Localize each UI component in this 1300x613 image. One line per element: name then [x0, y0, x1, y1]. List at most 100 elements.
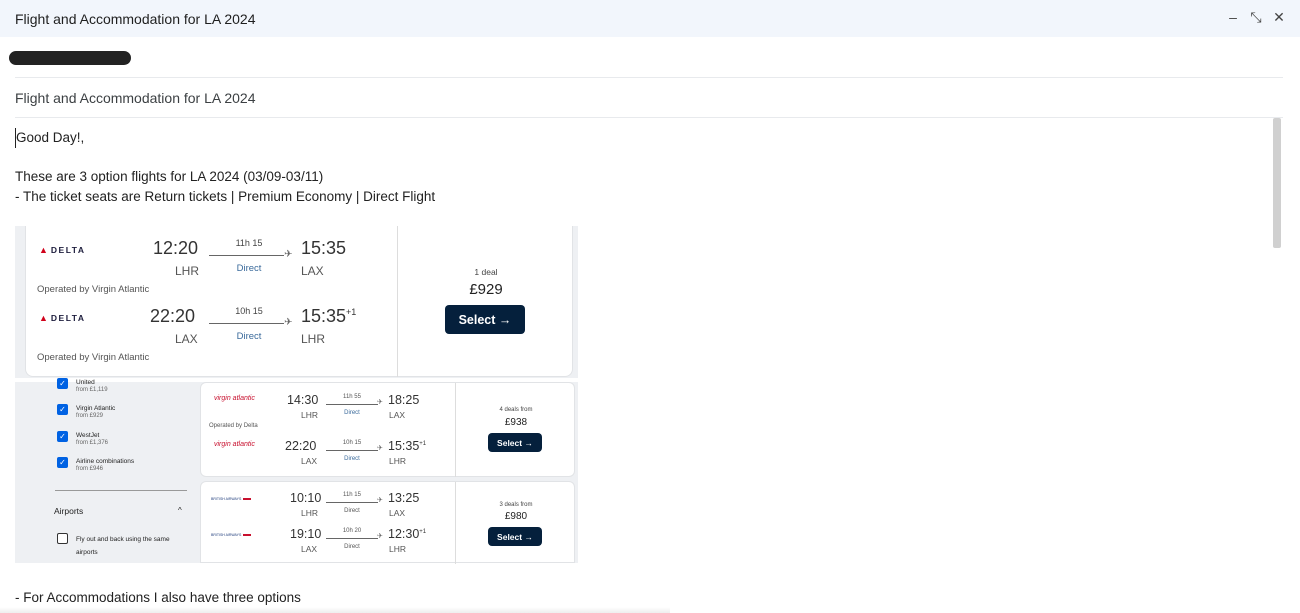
outbound-depart-code: LHR [175, 264, 200, 278]
price: £929 [469, 281, 503, 298]
plane-icon: ✈ [377, 497, 383, 504]
close-icon[interactable]: ✕ [1272, 9, 1286, 25]
flight-card-inner: ▲ DELTA 12:20 LHR 11h 15 ✈ Direct 15:35 L… [25, 226, 573, 377]
flight-card-delta: ▲ DELTA 12:20 LHR 11h 15 ✈ Direct 15:35 L… [15, 226, 578, 378]
deal-count: 4 deals from [499, 407, 533, 413]
outbound-stops: Direct [344, 410, 360, 416]
route-line [326, 450, 378, 451]
select-button[interactable]: Select → [488, 527, 542, 546]
filter-same-airports[interactable]: Fly out and back using the same airports [57, 533, 181, 559]
window-title: Flight and Accommodation for LA 2024 [15, 10, 256, 27]
operated-by: Operated by Delta [209, 423, 258, 429]
divider [15, 117, 1283, 118]
select-button[interactable]: Select → [445, 305, 525, 334]
outbound-arrive-code: LAX [301, 264, 324, 278]
inbound-depart-time: 22:20 [285, 439, 317, 453]
outbound-arrive-time: 13:25 [388, 491, 420, 505]
delta-logo: ▲ DELTA [39, 245, 86, 255]
filter-westjet[interactable]: ✓ WestJet from £1,376 [57, 431, 108, 446]
outbound-duration: 11h 15 [343, 492, 361, 498]
inbound-duration: 10h 15 [342, 440, 362, 446]
filter-divider [55, 490, 187, 491]
outbound-stops: Direct [344, 508, 360, 514]
outbound-duration: 11h 15 [235, 238, 263, 248]
british-airways-logo: BRITISH AIRWAYS [211, 497, 252, 501]
outbound-depart-code: LHR [301, 410, 319, 420]
flight-card-virgin: virgin atlantic 14:30 LHR 11h 55 ✈ Direc… [200, 382, 575, 477]
outbound-arrive-time: 18:25 [388, 393, 420, 407]
subject-field[interactable]: Flight and Accommodation for LA 2024 [15, 90, 255, 106]
checkbox-checked-icon[interactable]: ✓ [57, 457, 68, 468]
route-line [209, 255, 284, 256]
deal-count: 1 deal [474, 267, 498, 277]
checkbox-checked-icon[interactable]: ✓ [57, 378, 68, 389]
inbound-depart-code: LAX [301, 544, 318, 554]
checkbox-checked-icon[interactable]: ✓ [57, 404, 68, 415]
inbound-duration: 10h 20 [342, 528, 362, 534]
inbound-stops: Direct [236, 331, 262, 342]
message-body[interactable]: Good Day!, These are 3 option flights fo… [15, 128, 1270, 207]
inbound-arrive-time: 15:35+1 [388, 439, 427, 453]
deal-count: 3 deals from [499, 502, 533, 508]
outbound-depart-time: 10:10 [290, 491, 322, 505]
route-line [326, 404, 378, 405]
inbound-depart-time: 22:20 [150, 306, 196, 326]
select-button[interactable]: Select → [488, 433, 542, 452]
plane-icon: ✈ [377, 399, 383, 406]
delta-logo: ▲ DELTA [39, 313, 86, 323]
british-airways-logo: BRITISH AIRWAYS [211, 533, 252, 537]
outbound-arrive-code: LAX [389, 508, 406, 518]
outbound-duration: 11h 55 [343, 394, 361, 400]
exit-fullscreen-icon[interactable]: ⤡ [1249, 9, 1263, 25]
flight-card-british-airways: BRITISH AIRWAYS 10:10 LHR 11h 15 ✈ Direc… [200, 481, 575, 564]
outbound-depart-time: 12:20 [153, 238, 199, 258]
inbound-operated-by: Operated by Virgin Atlantic [37, 352, 150, 363]
card-divider [455, 482, 456, 564]
route-line [326, 502, 378, 503]
redacted-recipient[interactable] [9, 51, 131, 65]
inbound-duration: 10h 15 [235, 306, 263, 316]
inbound-stops: Direct [344, 544, 360, 550]
inbound-depart-code: LAX [301, 456, 318, 466]
outbound-arrive-code: LAX [389, 410, 406, 420]
card-divider [397, 226, 398, 377]
filter-airline-combinations[interactable]: ✓ Airline combinations from £946 [57, 457, 134, 472]
outbound-stops: Direct [236, 263, 262, 274]
checkbox-checked-icon[interactable]: ✓ [57, 431, 68, 442]
inbound-arrive-time: 12:30+1 [388, 527, 427, 541]
virgin-atlantic-logo: virgin atlantic [214, 395, 255, 402]
plane-icon: ✈ [377, 445, 383, 452]
virgin-atlantic-logo: virgin atlantic [214, 441, 255, 448]
inbound-depart-code: LAX [175, 332, 198, 346]
bottom-shadow [0, 607, 670, 613]
inbound-stops: Direct [344, 456, 360, 462]
inbound-arrive-code: LHR [389, 456, 407, 466]
plane-icon: ✈ [377, 533, 383, 540]
filter-virgin-atlantic[interactable]: ✓ Virgin Atlantic from £929 [57, 404, 115, 419]
compose-titlebar: Flight and Accommodation for LA 2024 – ⤡… [0, 0, 1300, 37]
airports-heading[interactable]: Airports [54, 506, 83, 516]
window-controls: – ⤡ ✕ [1226, 9, 1286, 26]
outbound-depart-code: LHR [301, 508, 319, 518]
filter-united[interactable]: ✓ United from £1,119 [57, 378, 108, 393]
scrollbar[interactable] [1273, 118, 1281, 248]
delta-triangle-icon: ▲ [39, 313, 48, 323]
body-line-1: These are 3 option flights for LA 2024 (… [15, 169, 324, 184]
card-divider [455, 383, 456, 477]
plane-icon: ✈ [284, 249, 293, 260]
checkbox-unchecked-icon[interactable] [57, 533, 68, 544]
route-line [209, 323, 284, 324]
minimize-icon[interactable]: – [1226, 9, 1240, 25]
outbound-arrive-time: 15:35 [301, 238, 347, 258]
outbound-depart-time: 14:30 [287, 393, 319, 407]
price: £980 [504, 511, 528, 522]
chevron-up-icon[interactable]: ^ [178, 506, 182, 515]
inbound-arrive-time: 15:35+1 [301, 306, 357, 326]
inbound-arrive-code: LHR [301, 332, 326, 346]
accommodation-text: - For Accommodations I also have three o… [15, 590, 301, 605]
plane-icon: ✈ [284, 317, 293, 328]
search-results-panel: ✓ United from £1,119 ✓ Virgin Atlantic f… [15, 378, 578, 564]
delta-triangle-icon: ▲ [39, 245, 48, 255]
inbound-depart-time: 19:10 [290, 527, 322, 541]
price: £938 [504, 417, 528, 428]
